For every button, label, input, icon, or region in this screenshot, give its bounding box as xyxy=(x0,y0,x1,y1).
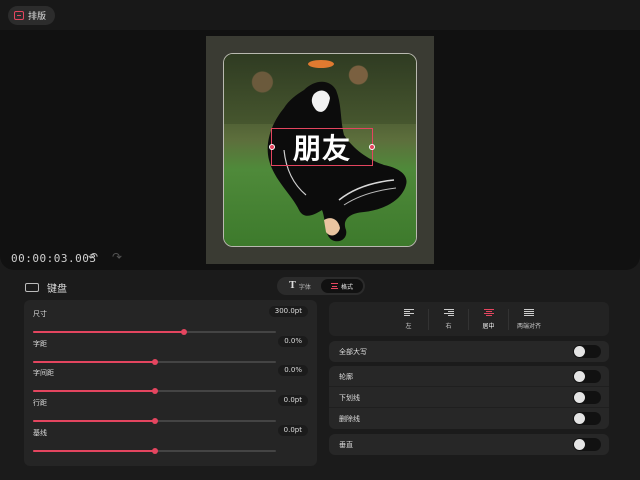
slider-fill xyxy=(33,450,155,452)
toggle-label: 垂直 xyxy=(339,441,353,449)
toggle-row-all-caps: 全部大写 xyxy=(329,341,609,362)
keyboard-icon xyxy=(25,283,39,292)
align-justify-button[interactable]: 两端对齐 xyxy=(509,308,549,330)
layout-icon xyxy=(14,11,24,20)
align-left-button[interactable]: 左 xyxy=(389,308,429,330)
slider-track[interactable] xyxy=(33,388,276,394)
align-left-label: 左 xyxy=(405,322,412,330)
all-caps-toggle[interactable] xyxy=(573,345,601,358)
align-center-icon xyxy=(483,308,494,317)
slider-knob[interactable] xyxy=(151,359,158,365)
format-options: 左 右 居中 两端对齐 全部大写 轮廓 下划线 删除线 垂直 xyxy=(322,300,616,466)
slider-label: 尺寸 xyxy=(33,310,47,318)
slider-knob[interactable] xyxy=(151,388,158,394)
slider-label: 行距 xyxy=(33,399,47,407)
tab-font-label: 字体 xyxy=(298,283,311,291)
slider-track[interactable] xyxy=(33,329,276,335)
undo-icon[interactable]: ↶ xyxy=(88,250,98,264)
tab-format-label: 格式 xyxy=(340,283,353,291)
toggle-label: 下划线 xyxy=(339,394,360,402)
slider-value[interactable]: 300.0pt xyxy=(268,306,308,317)
slider-value[interactable]: 0.0pt xyxy=(277,425,308,436)
slider-label: 基线 xyxy=(33,429,47,437)
outline-toggle[interactable] xyxy=(573,370,601,383)
layout-button-label: 排版 xyxy=(28,12,47,22)
text-format-panel: 键盘 T 字体 格式 尺寸 300.0pt 字距 0.0% 字间距 0.0% 行… xyxy=(0,272,640,480)
slider-label: 字距 xyxy=(33,340,47,348)
overlay-text: 朋友 xyxy=(292,132,351,165)
tab-font[interactable]: T 字体 xyxy=(279,279,321,293)
frisbee xyxy=(308,60,334,68)
slider-value[interactable]: 0.0pt xyxy=(277,395,308,406)
slider-fill xyxy=(33,420,155,422)
font-format-tabs: T 字体 格式 xyxy=(277,277,365,295)
align-justify-label: 两端对齐 xyxy=(516,322,541,330)
align-left-icon xyxy=(403,308,414,317)
toggle-group-vertical: 垂直 xyxy=(329,434,609,455)
slider-knob[interactable] xyxy=(180,329,187,335)
slider-value[interactable]: 0.0% xyxy=(278,365,308,376)
slider-fill xyxy=(33,331,184,333)
align-right-button[interactable]: 右 xyxy=(429,308,469,330)
slider-track[interactable] xyxy=(33,448,276,454)
slider-fill xyxy=(33,361,155,363)
toggle-row-underline: 下划线 xyxy=(329,387,609,408)
slider-track[interactable] xyxy=(33,418,276,424)
text-editor-app: 排版 朋友 00:00:03.003 ↶ ↷ 键盘 T 字体 格式 尺寸 300… xyxy=(0,0,640,480)
toggle-label: 全部大写 xyxy=(339,348,367,356)
slider-knob[interactable] xyxy=(151,418,158,424)
strikethrough-toggle[interactable] xyxy=(573,412,601,425)
slider-label: 字间距 xyxy=(33,369,54,377)
layout-button[interactable]: 排版 xyxy=(8,6,56,25)
font-icon: T xyxy=(289,281,296,291)
toggle-label: 删除线 xyxy=(339,415,360,423)
video-preview: 排版 朋友 00:00:03.003 ↶ ↷ xyxy=(0,0,640,270)
underline-toggle[interactable] xyxy=(573,391,601,404)
alignment-selector: 左 右 居中 两端对齐 xyxy=(329,302,609,336)
redo-icon[interactable]: ↷ xyxy=(112,250,122,264)
toggle-row-outline: 轮廓 xyxy=(329,366,609,387)
text-overlay-box[interactable]: 朋友 xyxy=(269,128,375,166)
vertical-toggle[interactable] xyxy=(573,438,601,451)
toggle-group-caps: 全部大写 xyxy=(329,341,609,362)
align-justify-icon xyxy=(524,308,534,317)
toggle-row-strikethrough: 删除线 xyxy=(329,408,609,429)
slider-knob[interactable] xyxy=(151,448,158,454)
format-icon xyxy=(330,283,338,289)
top-bar: 排版 xyxy=(0,0,640,30)
slider-track[interactable] xyxy=(33,359,276,365)
align-center-label: 居中 xyxy=(482,322,495,330)
keyboard-button[interactable]: 键盘 xyxy=(25,280,67,295)
toggle-group-decoration: 轮廓 下划线 删除线 xyxy=(329,366,609,429)
align-right-icon xyxy=(443,308,454,317)
slider-value[interactable]: 0.0% xyxy=(278,336,308,347)
toggle-row-vertical: 垂直 xyxy=(329,434,609,455)
timecode: 00:00:03.003 xyxy=(11,252,97,265)
keyboard-label: 键盘 xyxy=(47,284,67,295)
align-right-label: 右 xyxy=(445,322,452,330)
slider-fill xyxy=(33,390,155,392)
align-center-button[interactable]: 居中 xyxy=(469,308,509,330)
slider-card: 尺寸 300.0pt 字距 0.0% 字间距 0.0% 行距 0.0pt 基线 xyxy=(24,300,317,466)
tab-format[interactable]: 格式 xyxy=(321,279,363,293)
toggle-label: 轮廓 xyxy=(339,373,353,381)
